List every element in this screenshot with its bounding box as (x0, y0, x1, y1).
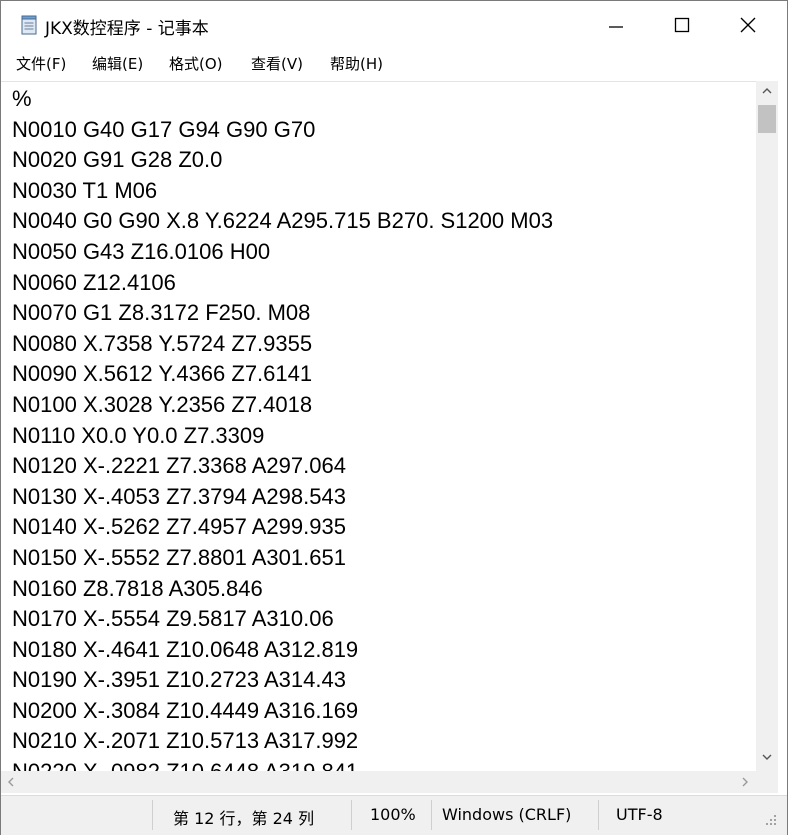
editor-line[interactable]: N0050 G43 Z16.0106 H00 (1, 237, 553, 268)
status-cursor-position: 第 12 行，第 24 列 (173, 809, 315, 828)
editor-line[interactable]: N0040 G0 G90 X.8 Y.6224 A295.715 B270. S… (1, 206, 553, 237)
editor-line[interactable]: N0080 X.7358 Y.5724 Z7.9355 (1, 329, 553, 360)
editor-line[interactable]: N0150 X-.5552 Z7.8801 A301.651 (1, 543, 553, 574)
menu-edit[interactable]: 编辑(E) (92, 53, 143, 74)
scroll-up-icon[interactable] (762, 87, 772, 95)
scroll-down-icon[interactable] (762, 753, 772, 761)
menu-bar: 文件(F) 编辑(E) 格式(O) 查看(V) 帮助(H) (1, 49, 787, 79)
window-title: JKX数控程序 - 记事本 (45, 19, 209, 39)
status-divider (598, 800, 599, 830)
resize-grip-icon[interactable] (765, 814, 777, 826)
status-zoom: 100% (370, 805, 416, 824)
close-icon (740, 17, 756, 33)
notepad-icon (21, 15, 37, 35)
status-line-ending: Windows (CRLF) (442, 805, 572, 824)
editor-line[interactable]: N0070 G1 Z8.3172 F250. M08 (1, 298, 553, 329)
editor-line[interactable]: N0140 X-.5262 Z7.4957 A299.935 (1, 512, 553, 543)
text-editor[interactable]: % N0010 G40 G17 G94 G90 G70 N0020 G91 G2… (1, 81, 756, 772)
scroll-right-icon[interactable] (741, 777, 749, 787)
editor-line[interactable]: N0110 X0.0 Y0.0 Z7.3309 (1, 421, 553, 452)
editor-line[interactable]: N0180 X-.4641 Z10.0648 A312.819 (1, 635, 553, 666)
editor-line[interactable]: N0200 X-.3084 Z10.4449 A316.169 (1, 696, 553, 727)
title-bar[interactable]: JKX数控程序 - 记事本 (1, 1, 787, 47)
minimize-icon (609, 26, 623, 28)
close-button[interactable] (715, 1, 781, 47)
status-divider (431, 800, 432, 830)
menu-view[interactable]: 查看(V) (251, 53, 303, 74)
editor-line[interactable]: N0170 X-.5554 Z9.5817 A310.06 (1, 604, 553, 635)
editor-line[interactable]: N0020 G91 G28 Z0.0 (1, 145, 553, 176)
editor-line[interactable]: N0090 X.5612 Y.4366 Z7.6141 (1, 359, 553, 390)
editor-line[interactable]: N0220 X-.0982 Z10.6448 A319.841 (1, 757, 553, 772)
editor-line[interactable]: N0130 X-.4053 Z7.3794 A298.543 (1, 482, 553, 513)
menu-help[interactable]: 帮助(H) (330, 53, 383, 74)
editor-line[interactable]: N0010 G40 G17 G94 G90 G70 (1, 115, 553, 146)
editor-line[interactable]: N0100 X.3028 Y.2356 Z7.4018 (1, 390, 553, 421)
editor-lines: % N0010 G40 G17 G94 G90 G70 N0020 G91 G2… (1, 84, 553, 772)
editor-line[interactable]: % (1, 84, 553, 115)
editor-line[interactable]: N0030 T1 M06 (1, 176, 553, 207)
status-encoding: UTF-8 (616, 805, 663, 824)
vertical-scroll-thumb[interactable] (758, 105, 776, 133)
menu-format[interactable]: 格式(O) (169, 53, 223, 74)
menu-file[interactable]: 文件(F) (16, 53, 66, 74)
status-divider (351, 800, 352, 830)
editor-line[interactable]: N0210 X-.2071 Z10.5713 A317.992 (1, 726, 553, 757)
notepad-window: JKX数控程序 - 记事本 文件(F) 编辑(E) 格式(O) 查看(V) 帮助… (0, 0, 788, 835)
maximize-button[interactable] (649, 1, 715, 47)
vertical-scrollbar[interactable] (756, 81, 778, 771)
editor-line[interactable]: N0160 Z8.7818 A305.846 (1, 574, 553, 605)
status-bar: 第 12 行，第 24 列 100% Windows (CRLF) UTF-8 (1, 795, 787, 835)
editor-line[interactable]: N0060 Z12.4106 (1, 268, 553, 299)
status-divider (152, 800, 153, 830)
editor-line[interactable]: N0190 X-.3951 Z10.2723 A314.43 (1, 665, 553, 696)
minimize-button[interactable] (583, 1, 649, 47)
horizontal-scrollbar[interactable] (1, 771, 778, 793)
editor-line[interactable]: N0120 X-.2221 Z7.3368 A297.064 (1, 451, 553, 482)
maximize-icon (674, 17, 690, 33)
scroll-left-icon[interactable] (7, 777, 15, 787)
